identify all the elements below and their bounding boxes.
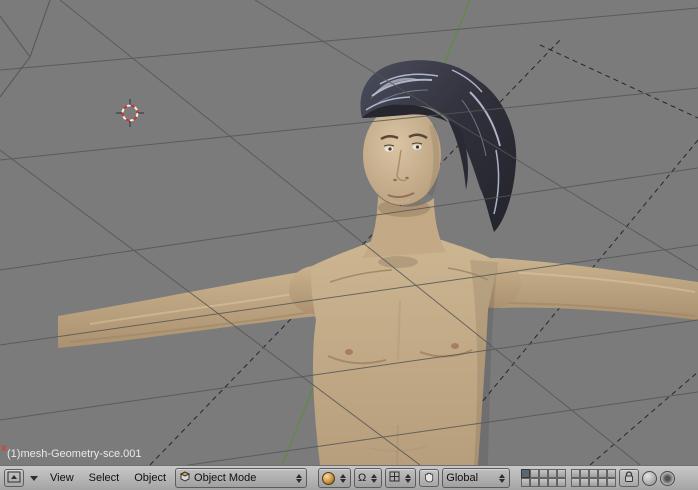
layer-buttons xyxy=(521,469,617,487)
layer-button[interactable] xyxy=(607,469,617,478)
grid-cross-icon xyxy=(389,469,400,487)
editor-type-icon xyxy=(7,471,21,486)
menu-select[interactable]: Select xyxy=(83,472,126,484)
viewport-scene xyxy=(0,0,698,465)
menu-view[interactable]: View xyxy=(44,472,80,484)
menu-object[interactable]: Object xyxy=(128,472,172,484)
layer-button[interactable] xyxy=(521,469,531,478)
layer-button[interactable] xyxy=(589,469,599,478)
orientation-dropdown-label: Global xyxy=(446,472,479,484)
dropdown-arrows-icon xyxy=(497,473,506,483)
hand-icon xyxy=(423,471,435,486)
layer-button[interactable] xyxy=(607,478,617,487)
dropdown-arrows-icon xyxy=(369,473,378,483)
header-collapse-icon[interactable] xyxy=(30,475,38,481)
active-object-label: (1)mesh-Geometry-sce.001 xyxy=(7,448,142,460)
layer-button[interactable] xyxy=(539,478,549,487)
layer-button[interactable] xyxy=(598,469,608,478)
layer-button[interactable] xyxy=(580,478,590,487)
layer-button[interactable] xyxy=(521,478,531,487)
layer-button[interactable] xyxy=(589,478,599,487)
layer-button[interactable] xyxy=(571,469,581,478)
pivot-dropdown[interactable]: Ω xyxy=(354,468,383,488)
blender-window: x (1)mesh-Geometry-sce.001 View Select O… xyxy=(0,0,698,490)
axis-x-marker: x xyxy=(1,443,7,454)
padlock-icon xyxy=(623,470,635,486)
pivot-omega-icon: Ω xyxy=(358,471,367,484)
dropdown-arrows-icon xyxy=(294,473,303,483)
object-mode-icon xyxy=(179,469,191,487)
hand-tool-button[interactable] xyxy=(419,469,440,487)
viewport-header: View Select Object Object Mode Ω Global xyxy=(0,465,698,490)
render-button-ring[interactable] xyxy=(642,470,658,486)
layer-button[interactable] xyxy=(539,469,549,478)
render-button-dot[interactable] xyxy=(660,470,676,486)
manipulator-dropdown[interactable] xyxy=(385,468,417,488)
layer-button[interactable] xyxy=(530,478,540,487)
layer-button[interactable] xyxy=(598,478,608,487)
dropdown-arrows-icon xyxy=(403,473,412,483)
layer-button[interactable] xyxy=(548,469,558,478)
viewport-3d[interactable]: x (1)mesh-Geometry-sce.001 xyxy=(0,0,698,465)
dropdown-arrows-icon xyxy=(338,473,347,483)
layer-button[interactable] xyxy=(557,478,567,487)
mode-dropdown-label: Object Mode xyxy=(194,472,257,484)
mode-dropdown[interactable]: Object Mode xyxy=(175,468,308,488)
lock-button[interactable] xyxy=(619,469,640,487)
layer-button[interactable] xyxy=(557,469,567,478)
shaded-sphere-icon xyxy=(322,471,336,485)
layer-button[interactable] xyxy=(548,478,558,487)
layer-button[interactable] xyxy=(580,469,590,478)
layer-button[interactable] xyxy=(571,478,581,487)
layer-button[interactable] xyxy=(530,469,540,478)
editor-type-button[interactable] xyxy=(4,469,24,487)
orientation-dropdown[interactable]: Global xyxy=(442,468,511,488)
draw-type-dropdown[interactable] xyxy=(318,468,352,488)
